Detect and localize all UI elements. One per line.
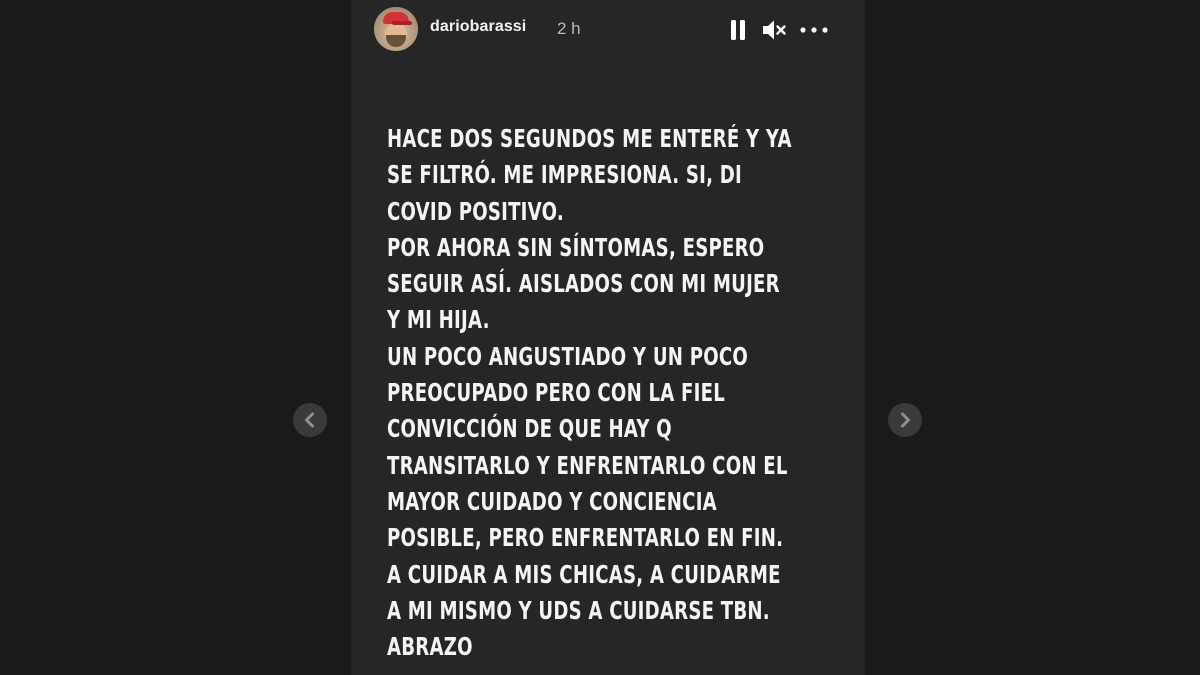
story-text-line: HACE DOS SEGUNDOS ME ENTERÉ Y YA	[387, 124, 792, 153]
more-horizontal-icon	[800, 27, 828, 33]
story-text-line: COVID POSITIVO.	[387, 196, 564, 226]
story-text-line: SEGUIR ASÍ. AISLADOS CON MI MUJER	[387, 269, 780, 299]
story-text-line: POSIBLE, PERO ENFRENTARLO EN FIN.	[387, 523, 784, 553]
story-text-line: A CUIDAR A MIS CHICAS, A CUIDARME	[387, 559, 781, 589]
chevron-right-icon	[901, 412, 910, 428]
story-timestamp: 2 h	[557, 19, 581, 38]
story-text-line: TRANSITARLO Y ENFRENTARLO CON EL	[387, 450, 788, 480]
story-viewer: dariobarassi 2 h HACE DOS SEGUNDOS ME EN…	[0, 0, 1200, 675]
story-text-line: PREOCUPADO PERO CON LA FIEL	[387, 378, 726, 408]
next-story-button[interactable]	[888, 403, 922, 437]
pause-button[interactable]	[727, 16, 749, 44]
story-text-line: A MI MISMO Y UDS A CUIDARSE TBN.	[387, 595, 770, 625]
previous-story-button[interactable]	[293, 403, 327, 437]
speaker-muted-icon	[763, 20, 786, 40]
story-text-line: Y MI HIJA.	[387, 305, 490, 335]
story-text-line: ABRAZO	[387, 632, 473, 662]
story-text: HACE DOS SEGUNDOS ME ENTERÉ Y YA SE FILT…	[387, 121, 846, 665]
mute-button[interactable]	[760, 16, 788, 44]
story-text-line: MAYOR CUIDADO Y CONCIENCIA	[387, 486, 717, 516]
username[interactable]: dariobarassi	[430, 18, 526, 36]
avatar[interactable]	[374, 7, 418, 51]
more-options-button[interactable]	[797, 16, 831, 44]
story-text-line: POR AHORA SIN SÍNTOMAS, ESPERO	[387, 232, 765, 262]
story-card[interactable]: dariobarassi 2 h HACE DOS SEGUNDOS ME EN…	[351, 0, 865, 675]
pause-icon	[731, 20, 745, 40]
story-text-line: SE FILTRÓ. ME IMPRESIONA. SI, DI	[387, 160, 742, 190]
chevron-left-icon	[305, 412, 314, 428]
story-header: dariobarassi 2 h	[351, 0, 865, 62]
story-text-line: CONVICCIÓN DE QUE HAY Q	[387, 414, 672, 444]
story-text-line: UN POCO ANGUSTIADO Y UN POCO	[387, 341, 749, 371]
